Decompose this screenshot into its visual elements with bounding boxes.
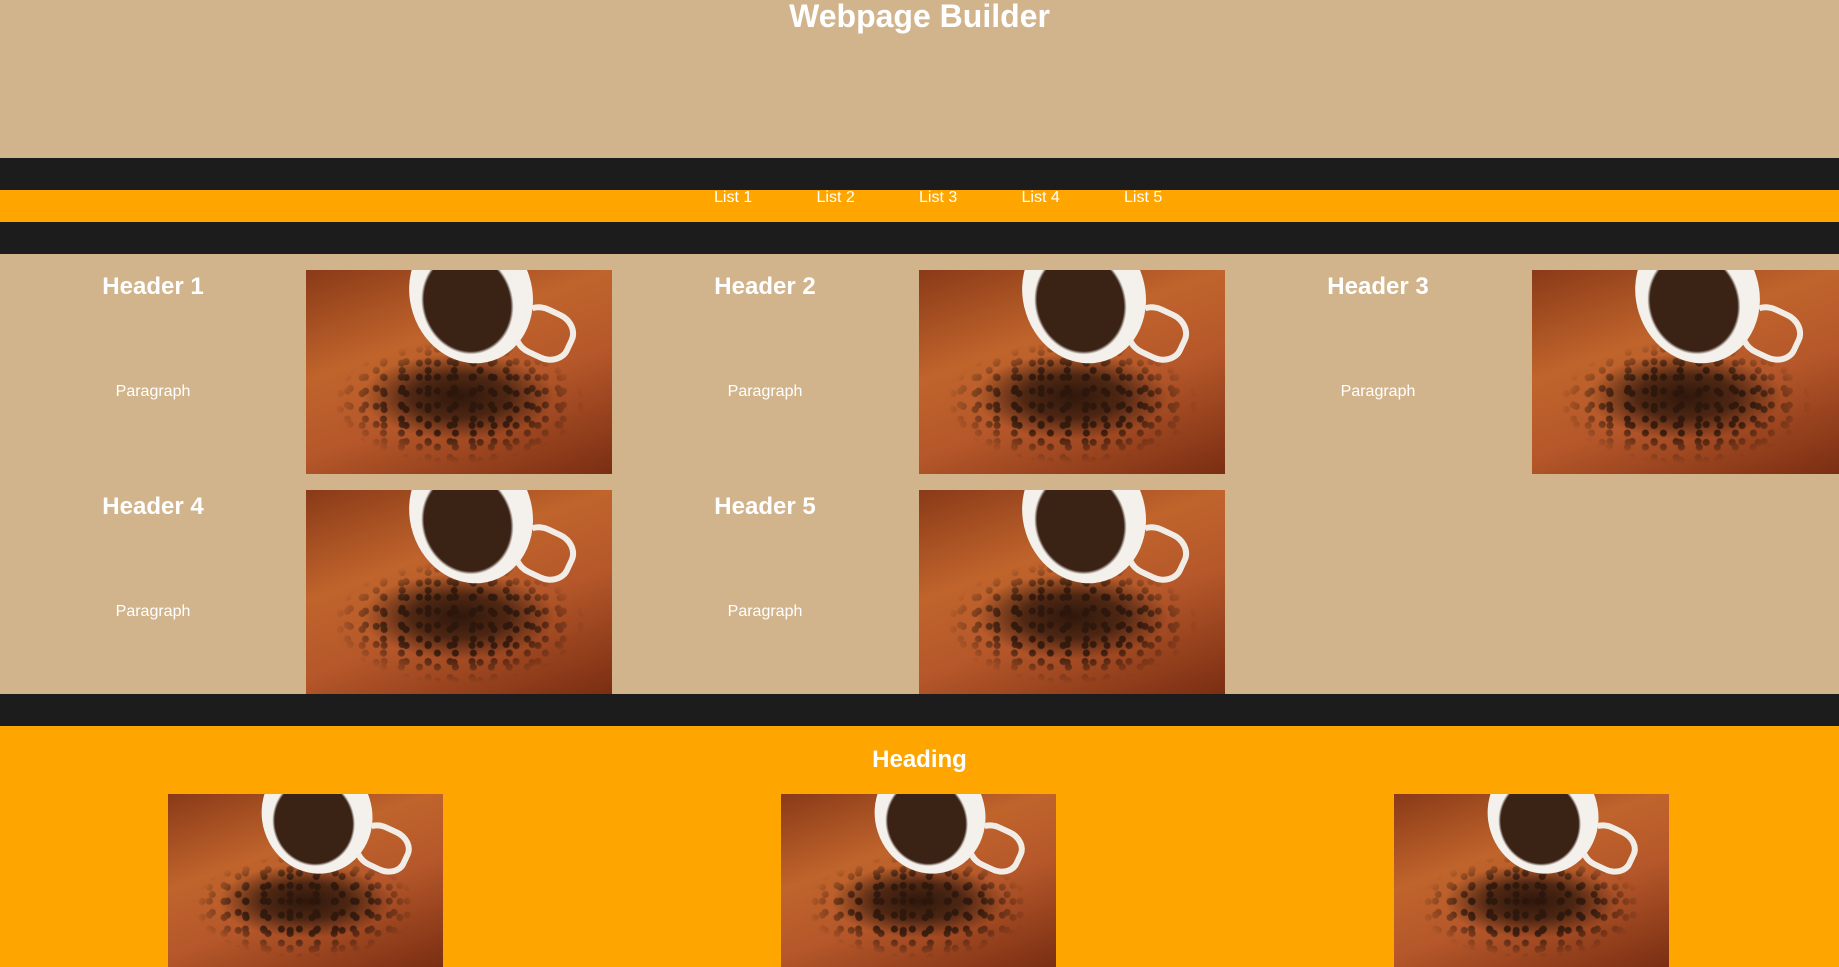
card-paragraph: Paragraph <box>1340 383 1416 400</box>
bottom-heading: Heading <box>872 746 967 773</box>
card-3-image <box>1532 270 1839 474</box>
card-paragraph: Paragraph <box>115 603 191 620</box>
bottom-section: Heading <box>0 726 1839 967</box>
nav-bar: List 1 List 2 List 3 List 4 List 5 <box>0 190 1839 222</box>
nav-item-list-3[interactable]: List 3 <box>919 190 1022 206</box>
card-header: Header 3 <box>1327 273 1429 300</box>
card-header: Header 5 <box>714 493 816 520</box>
divider-band-middle <box>0 222 1839 254</box>
card-header: Header 4 <box>102 493 204 520</box>
top-header: Webpage Builder <box>0 0 1839 158</box>
gallery-image-2 <box>781 794 1056 967</box>
card-5-image <box>919 490 1225 694</box>
gallery-image-1 <box>168 794 443 967</box>
page: Webpage Builder List 1 List 2 List 3 Lis… <box>0 0 1839 967</box>
card-header: Header 1 <box>102 273 204 300</box>
card-paragraph: Paragraph <box>727 603 803 620</box>
card-paragraph: Paragraph <box>727 383 803 400</box>
content-section: Header 1 Paragraph Header 2 Paragraph He… <box>0 254 1839 694</box>
divider-band-top <box>0 158 1839 190</box>
card-4-image <box>306 490 612 694</box>
card-1-image <box>306 270 612 474</box>
gallery-image-3 <box>1394 794 1669 967</box>
divider-band-bottom <box>0 694 1839 726</box>
site-title: Webpage Builder <box>789 0 1050 34</box>
nav-list: List 1 List 2 List 3 List 4 List 5 <box>714 190 1227 206</box>
card-2-image <box>919 270 1225 474</box>
nav-item-list-5[interactable]: List 5 <box>1124 190 1227 206</box>
nav-item-list-1[interactable]: List 1 <box>714 190 817 206</box>
nav-item-list-4[interactable]: List 4 <box>1022 190 1125 206</box>
nav-item-list-2[interactable]: List 2 <box>817 190 920 206</box>
card-paragraph: Paragraph <box>115 383 191 400</box>
card-header: Header 2 <box>714 273 816 300</box>
